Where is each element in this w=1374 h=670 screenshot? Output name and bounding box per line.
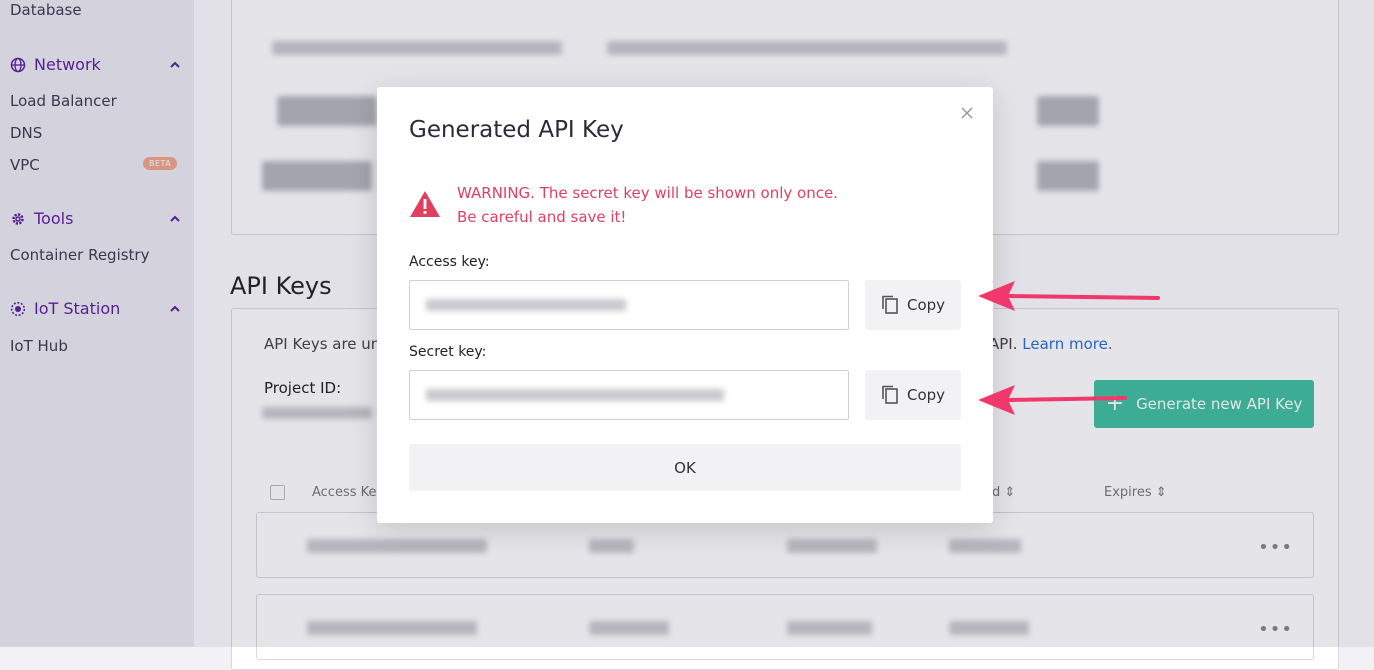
modal-title: Generated API Key <box>409 117 624 143</box>
secret-key-field[interactable] <box>409 370 849 420</box>
redacted-access-key <box>426 299 626 311</box>
generated-api-key-modal: Generated API Key WARNING. The secret ke… <box>377 87 993 523</box>
secret-key-label: Secret key: <box>409 344 487 360</box>
warning-icon <box>410 191 440 217</box>
access-key-field[interactable] <box>409 280 849 330</box>
copy-access-key-button[interactable]: Copy <box>865 280 961 330</box>
warning-message: WARNING. The secret key will be shown on… <box>457 181 838 229</box>
copy-label: Copy <box>906 296 946 314</box>
close-icon[interactable] <box>959 105 975 121</box>
warning-line: WARNING. The secret key will be shown on… <box>457 184 838 202</box>
warning-line: Be careful and save it! <box>457 208 627 226</box>
copy-icon <box>882 385 898 404</box>
ok-button[interactable]: OK <box>409 444 961 491</box>
copy-label: Copy <box>906 386 946 404</box>
access-key-label: Access key: <box>409 254 490 270</box>
copy-secret-key-button[interactable]: Copy <box>865 370 961 420</box>
copy-icon <box>882 295 898 314</box>
redacted-secret-key <box>426 389 724 401</box>
